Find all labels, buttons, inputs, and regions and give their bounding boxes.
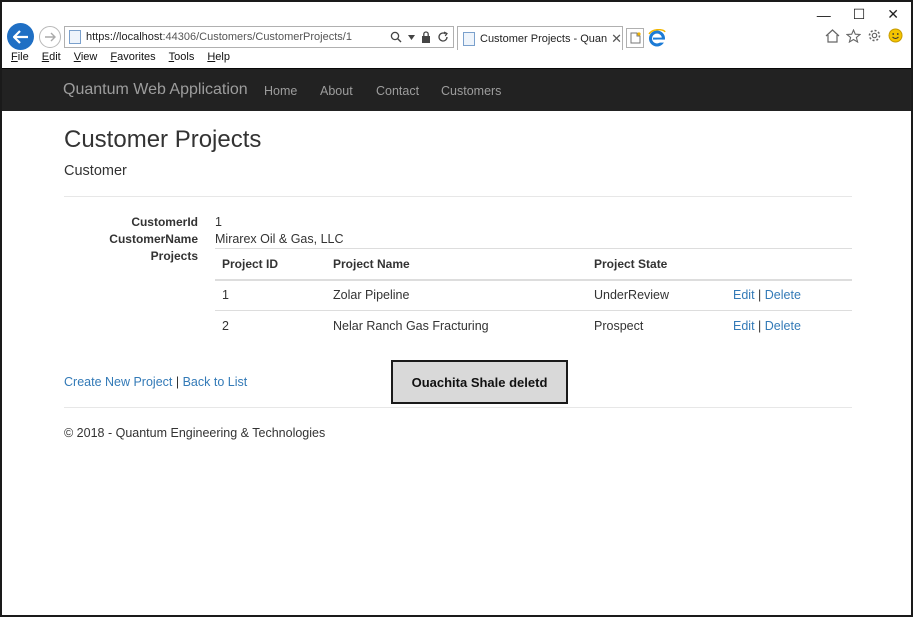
delete-link[interactable]: Delete: [765, 288, 801, 302]
header-project-id: Project ID: [215, 248, 326, 281]
project-name: Zolar Pipeline: [333, 288, 410, 303]
new-tab-icon: [630, 32, 641, 44]
url-text: https://localhost:44306/Customers/Custom…: [86, 31, 352, 43]
project-state: Prospect: [587, 310, 726, 342]
back-arrow-icon: [12, 29, 28, 44]
nav-about[interactable]: About: [320, 84, 353, 98]
nav-customers[interactable]: Customers: [441, 84, 501, 98]
projects-label: Projects: [150, 249, 198, 263]
menu-tools[interactable]: Tools: [169, 51, 195, 67]
refresh-icon[interactable]: [437, 31, 449, 43]
table-row: 1 Zolar Pipeline UnderReview Edit | Dele…: [215, 280, 852, 311]
address-bar[interactable]: https://localhost:44306/Customers/Custom…: [64, 26, 454, 48]
browser-chrome: https://localhost:44306/Customers/Custom…: [2, 2, 911, 51]
menu-edit[interactable]: Edit: [42, 51, 61, 67]
close-window-icon[interactable]: ✕: [887, 6, 899, 23]
menu-view[interactable]: View: [74, 51, 98, 67]
menu-help[interactable]: Help: [207, 51, 230, 67]
project-id: 2: [215, 310, 326, 342]
edit-link[interactable]: Edit: [733, 288, 755, 302]
page-actions: Create New Project | Back to List: [64, 375, 247, 389]
tab-page-icon: [463, 31, 475, 46]
menu-bar: File Edit View Favorites Tools Help: [2, 51, 911, 67]
create-new-project-link[interactable]: Create New Project: [64, 375, 172, 389]
row-actions: Edit | Delete: [726, 280, 852, 311]
search-icon[interactable]: [390, 31, 402, 43]
separator: |: [758, 288, 762, 303]
close-tab-icon[interactable]: ✕: [611, 31, 622, 47]
lock-icon[interactable]: [421, 31, 431, 43]
forward-button[interactable]: [39, 26, 61, 48]
favorites-star-icon[interactable]: [846, 28, 861, 43]
nav-home[interactable]: Home: [264, 84, 297, 98]
page-title: Customer Projects: [64, 126, 262, 153]
home-icon[interactable]: [825, 28, 840, 43]
project-name: Nelar Ranch Gas Fracturing: [326, 310, 587, 342]
dropdown-arrow-icon[interactable]: [408, 34, 415, 40]
customer-name-label: CustomerName: [109, 232, 198, 246]
ie-logo-icon[interactable]: [647, 28, 667, 48]
divider: [64, 196, 852, 197]
new-tab-button[interactable]: [626, 28, 644, 48]
browser-window: https://localhost:44306/Customers/Custom…: [0, 0, 913, 617]
back-button[interactable]: [7, 23, 34, 50]
delete-link[interactable]: Delete: [765, 319, 801, 333]
back-to-list-link[interactable]: Back to List: [183, 375, 248, 389]
menu-favorites[interactable]: Favorites: [110, 51, 155, 67]
page-subtitle: Customer: [64, 163, 127, 179]
project-id: 1: [222, 288, 229, 303]
tab-title: Customer Projects - Quant...: [480, 32, 608, 45]
tab-customer-projects[interactable]: Customer Projects - Quant... ✕: [457, 26, 623, 50]
header-project-state: Project State: [587, 248, 726, 281]
customer-id-label: CustomerId: [131, 215, 198, 229]
project-state: UnderReview: [594, 288, 670, 303]
separator: |: [758, 319, 762, 334]
nav-contact[interactable]: Contact: [376, 84, 419, 98]
delete-notification: Ouachita Shale deletd: [391, 360, 568, 404]
customer-name-value: Mirarex Oil & Gas, LLC: [215, 232, 344, 246]
feedback-smiley-icon[interactable]: [888, 28, 903, 43]
maximize-icon[interactable]: ☐: [853, 6, 866, 23]
forward-arrow-icon: [45, 32, 56, 42]
header-actions: [726, 248, 852, 281]
settings-gear-icon[interactable]: [867, 28, 882, 43]
customer-id-value: 1: [215, 215, 222, 229]
footer-text: © 2018 - Quantum Engineering & Technolog…: [64, 426, 326, 440]
footer-divider: [64, 407, 852, 408]
minimize-icon[interactable]: —: [817, 7, 831, 23]
table-header-row: Project ID Project Name Project State: [215, 248, 852, 281]
edit-link[interactable]: Edit: [733, 319, 755, 333]
row-actions: Edit | Delete: [726, 310, 852, 342]
table-row: 2 Nelar Ranch Gas Fracturing Prospect Ed…: [215, 310, 852, 342]
header-project-name: Project Name: [326, 248, 587, 281]
menu-file[interactable]: File: [11, 51, 29, 67]
projects-table: Project ID Project Name Project State 1 …: [215, 248, 852, 342]
brand-link[interactable]: Quantum Web Application: [63, 81, 248, 99]
separator: |: [175, 375, 180, 389]
site-navbar: Quantum Web Application Home About Conta…: [2, 68, 911, 111]
page-icon: [69, 30, 81, 44]
